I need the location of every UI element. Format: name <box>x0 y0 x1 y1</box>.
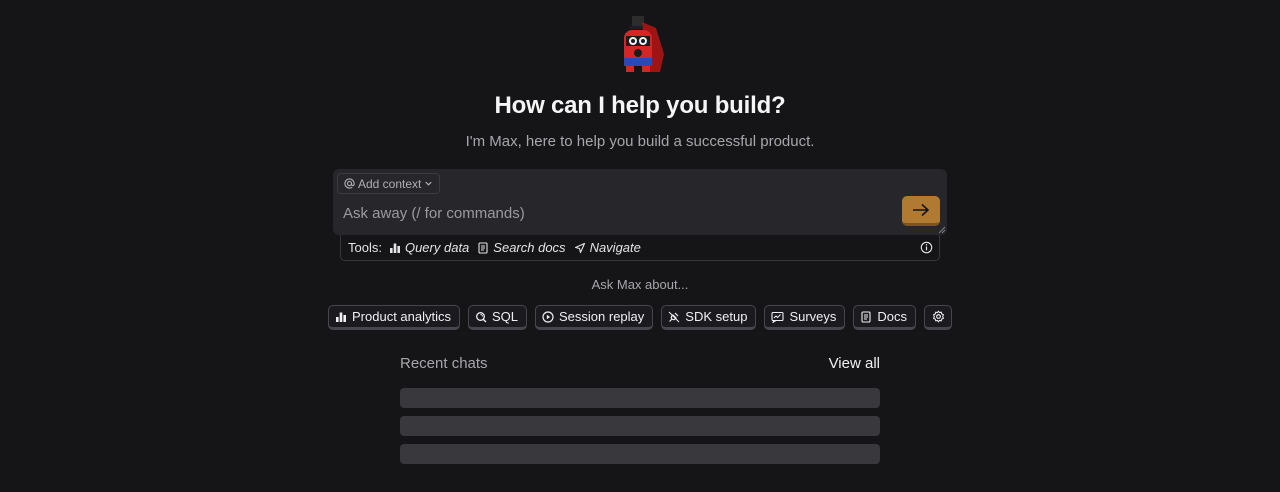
chip-docs[interactable]: Docs <box>853 305 917 330</box>
chip-label: Surveys <box>789 309 837 324</box>
tools-bar: Tools: Query data Search docs Navigate <box>340 235 940 261</box>
resize-grip-icon[interactable] <box>938 226 946 234</box>
database-search-icon <box>476 311 487 322</box>
tool-label: Search docs <box>493 240 566 255</box>
doc-icon <box>478 241 488 254</box>
chip-label: SDK setup <box>685 309 748 324</box>
survey-icon <box>771 311 785 323</box>
chevron-down-icon <box>425 181 432 186</box>
add-context-button[interactable]: Add context <box>337 173 441 194</box>
arrow-right-icon <box>913 203 930 216</box>
suggestions-heading: Ask Max about... <box>591 277 689 292</box>
suggestion-chips: Product analytics SQL Session replay SDK… <box>328 305 953 330</box>
book-icon <box>861 310 871 323</box>
chat-composer: Add context <box>333 169 947 235</box>
loading-skeleton-row <box>400 388 880 408</box>
chat-input[interactable] <box>343 205 883 222</box>
tool-label: Navigate <box>589 240 641 255</box>
plug-icon <box>668 311 680 322</box>
chip-label: Docs <box>877 309 908 324</box>
page-title: How can I help you build? <box>494 92 786 119</box>
chip-surveys[interactable]: Surveys <box>764 305 846 330</box>
tool-navigate: Navigate <box>574 240 641 255</box>
chip-sql[interactable]: SQL <box>468 305 528 330</box>
chip-label: Session replay <box>559 309 645 324</box>
tool-label: Query data <box>404 240 470 255</box>
chip-session-replay[interactable]: Session replay <box>535 305 654 330</box>
loading-skeleton-row <box>400 416 880 436</box>
recent-chats-title: Recent chats <box>400 355 488 372</box>
gear-icon <box>932 310 944 323</box>
tools-label: Tools: <box>348 240 382 255</box>
chip-label: Product analytics <box>352 309 451 324</box>
send-button[interactable] <box>902 196 940 226</box>
page-subtitle: I'm Max, here to help you build a succes… <box>465 133 815 150</box>
chip-product-analytics[interactable]: Product analytics <box>328 305 460 330</box>
at-sign-icon <box>344 178 355 189</box>
add-context-label: Add context <box>358 176 422 191</box>
tool-search-docs: Search docs <box>477 240 566 255</box>
tool-query-data: Query data <box>389 240 469 255</box>
suggestions-settings-button[interactable] <box>924 305 953 330</box>
chip-sdk-setup[interactable]: SDK setup <box>661 305 757 330</box>
loading-skeleton-row <box>400 444 880 464</box>
compass-icon <box>574 242 585 253</box>
max-ai-home: How can I help you build? I'm Max, here … <box>0 0 1280 492</box>
info-icon[interactable] <box>920 241 933 254</box>
max-hedgehog-mascot <box>624 16 664 72</box>
chip-label: SQL <box>492 309 519 324</box>
bar-chart-icon <box>389 243 400 253</box>
bar-chart-icon <box>336 312 346 322</box>
view-all-link[interactable]: View all <box>829 355 880 372</box>
play-circle-icon <box>542 310 554 323</box>
